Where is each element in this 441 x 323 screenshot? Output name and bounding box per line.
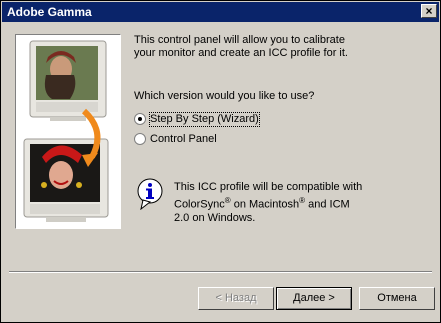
monitor-illustration [15,34,121,229]
radio-step-by-step[interactable] [134,113,146,125]
radio-control-panel[interactable] [134,133,146,145]
colorsync-text: ColorSync [174,198,225,211]
close-icon: × [425,4,433,18]
option-label[interactable]: Step By Step (Wizard) [149,112,260,127]
window-title: Adobe Gamma [7,5,92,19]
info-icon [137,178,163,211]
compatibility-info: This ICC profile will be compatible with… [174,181,362,225]
info-line-2: ColorSync® on Macintosh® and ICM [174,194,362,212]
close-button[interactable]: × [421,4,437,18]
macintosh-text: on Macintosh [230,198,300,211]
cancel-button[interactable]: Отмена [359,287,435,310]
intro-text: This control panel will allow you to cal… [134,34,348,60]
monitor-before-icon [29,40,107,121]
info-line-3: 2.0 on Windows. [174,211,256,224]
footer-divider [9,271,432,273]
info-line-1: This ICC profile will be compatible with [174,181,363,193]
adobe-gamma-dialog: Adobe Gamma × This control panel will al… [0,0,441,323]
title-bar: Adobe Gamma × [2,2,439,22]
next-button[interactable]: Далее > [276,287,352,310]
intro-line-2: your monitor and create an ICC profile f… [134,47,348,59]
version-question: Which version would you like to use? [134,90,315,102]
icm-text: and ICM [305,198,350,211]
intro-line-1: This control panel will allow you to cal… [134,34,345,46]
option-label[interactable]: Control Panel [150,133,217,146]
back-button[interactable]: < Назад [198,287,274,310]
